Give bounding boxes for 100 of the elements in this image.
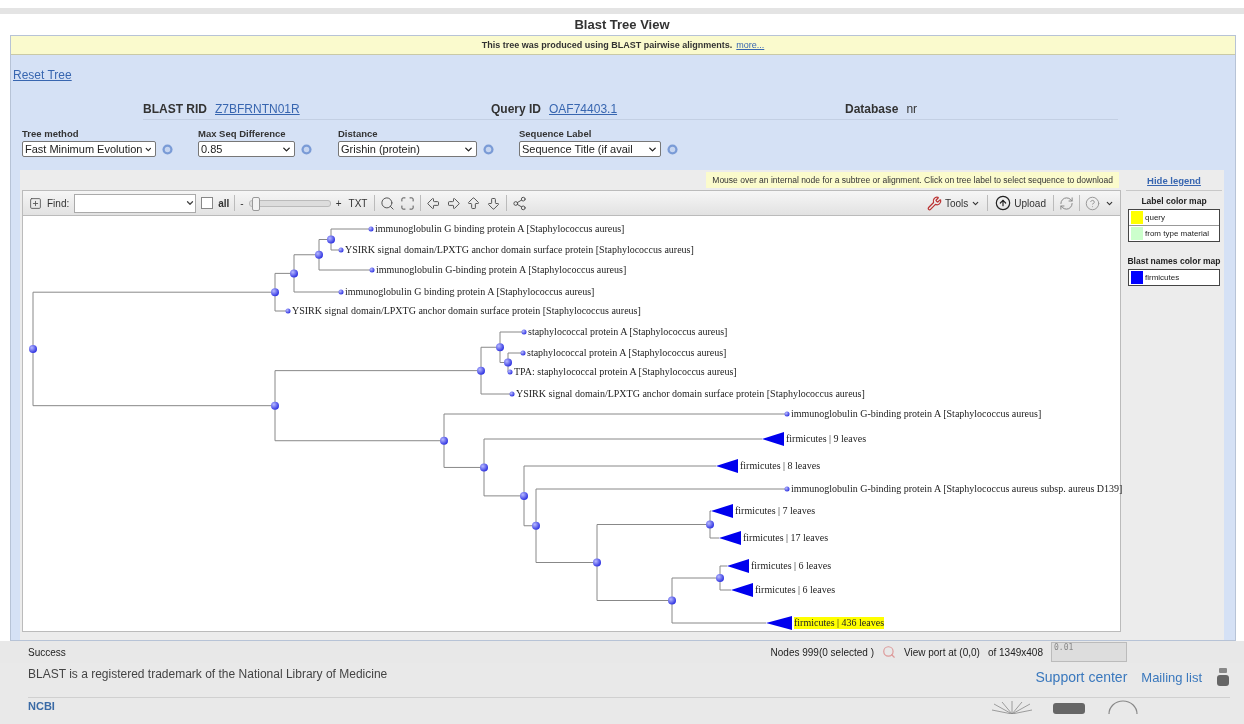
tree-node[interactable] — [315, 250, 323, 259]
option-select[interactable]: 0.85 — [198, 141, 295, 157]
tree-node[interactable] — [520, 491, 528, 500]
leaf-label[interactable]: YSIRK signal domain/LPXTG anchor domain surface protein [Staphylococcus aureus] — [345, 244, 694, 256]
legend-label: firmicutes — [1145, 273, 1180, 282]
leaf-label[interactable]: staphylococcal protein A [Staphylococcus aureus] — [527, 347, 727, 359]
tree-node[interactable] — [271, 288, 279, 297]
zoom-in-label[interactable]: + — [335, 197, 342, 209]
search-icon[interactable] — [380, 195, 396, 211]
info-link[interactable]: Z7BFRNTN01R — [215, 102, 300, 116]
video-icon[interactable] — [1216, 667, 1230, 687]
leaf-label[interactable]: firmicutes | 436 leaves — [794, 617, 885, 629]
leaf-label[interactable]: TPA: staphylococcal protein A [Staphylococcus aureus] — [514, 366, 737, 378]
scale-field: 0.01 — [1051, 642, 1127, 662]
banner-text: This tree was produced using BLAST pairwise alignments. — [481, 40, 733, 50]
leaf-label[interactable]: YSIRK signal domain/LPXTG anchor domain surface protein [Staphylococcus aureus] — [516, 388, 865, 400]
leaf-label[interactable]: immunoglobulin G-binding protein A [Staphylococcus aureus] — [791, 408, 1042, 420]
tree-node[interactable] — [668, 596, 676, 605]
reset-tree-link[interactable]: Reset Tree — [13, 68, 72, 82]
all-label: all — [218, 197, 230, 209]
info-value: nr — [906, 102, 918, 116]
collapsed-subtree-icon[interactable] — [762, 432, 784, 446]
option-select[interactable]: Sequence Title (if avail — [519, 141, 661, 157]
leaf-node[interactable] — [784, 486, 790, 492]
collapsed-subtree-icon[interactable] — [716, 459, 738, 473]
leaf-label[interactable]: firmicutes | 6 leaves — [755, 584, 836, 596]
canvas-size: of 1349x408 — [987, 646, 1043, 658]
node-link-icon[interactable] — [512, 195, 528, 211]
legend-label: query — [1145, 213, 1165, 222]
tree-node[interactable] — [504, 358, 512, 367]
collapsed-subtree-icon[interactable] — [731, 583, 753, 597]
tree-node[interactable] — [440, 436, 448, 445]
tree-node[interactable] — [532, 521, 540, 530]
arrow-right-icon[interactable] — [446, 195, 462, 211]
node-count: Nodes 999(0 selected ) — [770, 646, 874, 658]
leaf-node[interactable] — [784, 411, 790, 417]
slider-thumb[interactable] — [251, 196, 260, 211]
expand-icon[interactable] — [29, 196, 42, 210]
option-select[interactable]: Fast Minimum Evolution — [22, 141, 156, 157]
leaf-label[interactable]: firmicutes | 9 leaves — [786, 433, 867, 445]
collapsed-subtree-icon[interactable] — [719, 531, 741, 545]
legend-title: Label color map — [1140, 196, 1208, 206]
tree-node[interactable] — [480, 463, 488, 472]
collapsed-subtree-icon[interactable] — [766, 616, 792, 630]
starburst-icon[interactable] — [992, 700, 1032, 714]
leaf-label[interactable]: YSIRK signal domain/LPXTG anchor domain surface protein [Staphylococcus aureus] — [292, 305, 641, 317]
device-icon[interactable] — [1052, 700, 1086, 714]
collapsed-subtree-icon[interactable] — [727, 559, 749, 573]
info-link[interactable]: OAF74403.1 — [549, 102, 618, 116]
tree-node[interactable] — [593, 558, 601, 567]
all-checkbox[interactable] — [201, 197, 214, 209]
leaf-label[interactable]: firmicutes | 6 leaves — [751, 560, 832, 572]
leaf-node[interactable] — [521, 329, 527, 335]
leaf-label[interactable]: immunoglobulin G binding protein A [Staphylococcus aureus] — [345, 286, 595, 298]
info-label: BLAST RID — [143, 102, 207, 116]
arrow-up-icon[interactable] — [466, 195, 482, 211]
ncbi-logo-text[interactable]: NCBI — [28, 700, 55, 712]
upload-button[interactable]: Upload — [993, 195, 1048, 211]
footer-link[interactable]: Mailing list — [1141, 669, 1202, 685]
arrow-left-icon[interactable] — [426, 195, 442, 211]
status-message: Success — [28, 646, 66, 658]
leaf-label[interactable]: staphylococcal protein A [Staphylococcus aureus] — [528, 326, 728, 338]
tree-node[interactable] — [716, 574, 724, 582]
fullscreen-icon[interactable] — [400, 195, 416, 211]
leaf-node[interactable] — [509, 391, 515, 397]
leaf-label[interactable]: immunoglobulin G binding protein A [Staphylococcus aureus] — [375, 223, 625, 235]
leaf-node[interactable] — [368, 226, 374, 232]
leaf-node[interactable] — [520, 350, 526, 356]
leaf-node[interactable] — [285, 308, 291, 314]
zoom-out-label[interactable]: - — [240, 197, 244, 209]
tree-node[interactable] — [327, 235, 335, 244]
upload-icon — [995, 195, 1012, 211]
footer-link[interactable]: Support center — [1035, 669, 1128, 685]
caret-icon — [185, 198, 196, 208]
tree-node[interactable] — [271, 401, 279, 410]
leaf-label[interactable]: immunoglobulin G-binding protein A [Staphylococcus aureus subsp. aureus D139] — [791, 483, 1123, 495]
leaf-label[interactable]: firmicutes | 7 leaves — [735, 505, 816, 517]
more-link[interactable]: more... — [736, 40, 765, 50]
find-field[interactable] — [74, 193, 197, 213]
hide-legend-link[interactable]: Hide legend — [1147, 174, 1201, 186]
txt-button[interactable]: TXT — [346, 197, 370, 209]
leaf-label[interactable]: immunoglobulin G-binding protein A [Staphylococcus aureus] — [376, 264, 627, 276]
leaf-node[interactable] — [369, 267, 375, 273]
leaf-node[interactable] — [338, 289, 344, 295]
tree-node[interactable] — [29, 344, 37, 353]
tree-node[interactable] — [706, 520, 714, 529]
tree-node[interactable] — [496, 343, 504, 352]
collapsed-subtree-icon[interactable] — [711, 504, 733, 518]
tools-button[interactable]: Tools — [924, 195, 983, 211]
tree-node[interactable] — [290, 269, 298, 278]
legend-title: Blast names color map — [1126, 256, 1222, 266]
tree-node[interactable] — [477, 366, 485, 375]
leaf-label[interactable]: firmicutes | 8 leaves — [740, 460, 821, 472]
option-label: Tree method — [22, 128, 80, 139]
leaf-node[interactable] — [507, 369, 513, 375]
hint-text: Mouse over an internal node for a subtree or alignment. Click on tree label to select sequence to download — [706, 172, 1119, 188]
leaf-label[interactable]: firmicutes | 17 leaves — [743, 532, 829, 544]
arrow-down-icon[interactable] — [486, 195, 502, 211]
leaf-node[interactable] — [338, 247, 344, 253]
option-select[interactable]: Grishin (protein) — [338, 141, 477, 157]
